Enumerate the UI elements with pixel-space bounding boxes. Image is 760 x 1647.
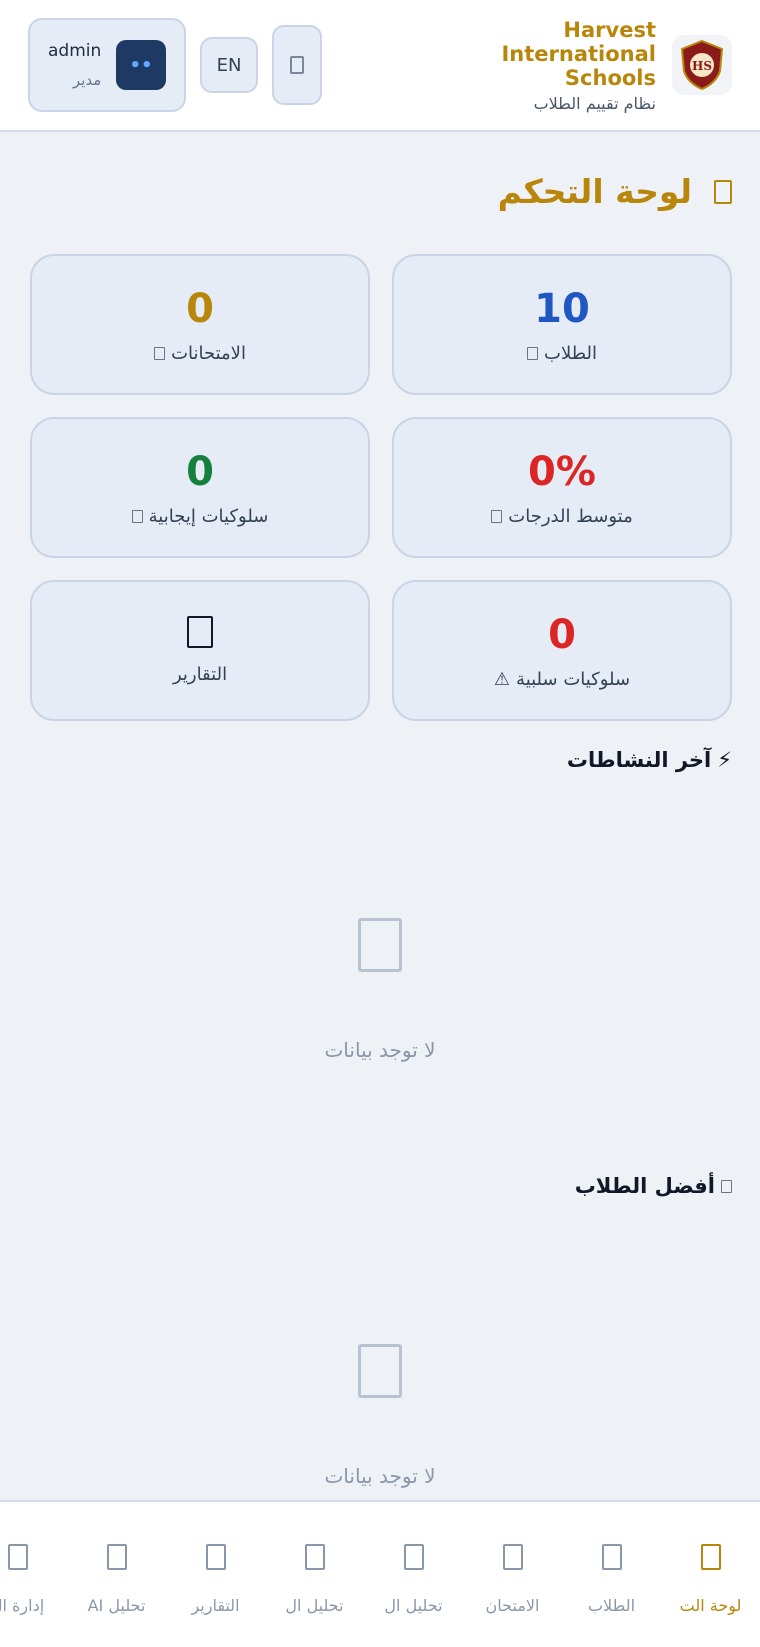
nav-item-dashboard[interactable]: لوحة الت — [661, 1502, 760, 1647]
stats-grid: 10 الطلاب 0 الامتحانات 0% متوسط الدرجات … — [28, 254, 732, 721]
svg-text:HS: HS — [692, 59, 712, 73]
top-students-title: أفضل الطلاب — [575, 1174, 732, 1198]
ai-icon — [106, 1544, 127, 1570]
analysis-icon — [304, 1544, 325, 1570]
avatar: •• — [116, 40, 166, 90]
stat-card-average-grades[interactable]: 0% متوسط الدرجات — [392, 417, 732, 558]
stat-value: 0% — [528, 449, 596, 495]
thumbs-up-icon — [131, 510, 143, 523]
nav-label: إدارة ال — [0, 1596, 45, 1615]
nav-item-analysis-2[interactable]: تحليل ال — [265, 1502, 364, 1647]
lightning-icon: ⚡ — [717, 748, 732, 772]
warning-icon: ⚠ — [493, 669, 511, 690]
empty-state-text: لا توجد بيانات — [324, 1464, 436, 1488]
stat-label: متوسط الدرجات — [491, 506, 633, 527]
nav-label: تحليل ال — [285, 1596, 344, 1615]
nav-item-students[interactable]: الطلاب — [562, 1502, 661, 1647]
nav-label: الامتحان — [485, 1596, 540, 1615]
nav-item-exams[interactable]: الامتحان — [463, 1502, 562, 1647]
stat-label: الامتحانات — [154, 343, 246, 364]
nav-label: تحليل ال — [384, 1596, 443, 1615]
students-icon — [527, 347, 539, 360]
reports-icon — [205, 1544, 226, 1570]
analysis-icon — [403, 1544, 424, 1570]
nav-item-ai-analysis[interactable]: تحليل AI — [67, 1502, 166, 1647]
recent-activity-title-text: آخر النشاطات — [566, 748, 712, 772]
theme-toggle-button[interactable] — [272, 25, 322, 105]
stat-card-negative-behaviors[interactable]: 0 سلوكيات سلبية ⚠ — [392, 580, 732, 721]
language-toggle-button[interactable]: EN — [200, 37, 258, 93]
nav-label: الطلاب — [587, 1596, 636, 1615]
school-name: Harvest International Schools — [501, 17, 656, 90]
reports-icon — [187, 616, 213, 648]
stat-card-students[interactable]: 10 الطلاب — [392, 254, 732, 395]
empty-state-text: لا توجد بيانات — [324, 1038, 436, 1062]
nav-label: تحليل AI — [87, 1596, 146, 1615]
stat-label: الطلاب — [527, 343, 597, 364]
stat-label-text: الامتحانات — [171, 343, 246, 364]
header-controls: admin مدير •• EN — [28, 18, 322, 112]
user-menu[interactable]: admin مدير •• — [28, 18, 186, 112]
brand: HS Harvest International Schools نظام تق… — [416, 18, 732, 113]
nav-item-analysis-1[interactable]: تحليل ال — [364, 1502, 463, 1647]
brand-text: Harvest International Schools نظام تقييم… — [416, 18, 656, 113]
stat-label-text: متوسط الدرجات — [508, 506, 633, 527]
school-crest-logo: HS — [672, 35, 732, 95]
app-header: HS Harvest International Schools نظام تق… — [0, 0, 760, 132]
nav-item-management[interactable]: إدارة ال — [0, 1502, 67, 1647]
recent-activity-empty-state: لا توجد بيانات — [0, 918, 760, 1062]
page: HS Harvest International Schools نظام تق… — [0, 0, 760, 1647]
user-info: admin مدير — [48, 41, 101, 89]
dashboard-icon — [714, 179, 732, 204]
trophy-icon — [721, 1179, 732, 1193]
stat-value: 0 — [186, 286, 214, 332]
exams-icon — [502, 1544, 523, 1570]
nav-label: لوحة الت — [679, 1596, 742, 1615]
stat-label: التقارير — [173, 664, 227, 685]
recent-activity-title: ⚡ آخر النشاطات — [567, 748, 732, 772]
empty-state-icon — [358, 1344, 402, 1398]
bottom-nav: لوحة الت الطلاب الامتحان تحليل ال تحليل … — [0, 1500, 760, 1647]
stat-value: 10 — [534, 286, 590, 332]
stat-value: 0 — [186, 449, 214, 495]
page-title: لوحة التحكم — [497, 172, 692, 211]
stat-label-text: سلوكيات سلبية — [516, 669, 631, 690]
stat-label-text: الطلاب — [544, 343, 597, 364]
user-role: مدير — [72, 71, 102, 89]
user-name: admin — [48, 41, 102, 61]
chart-icon — [491, 510, 503, 523]
stat-label: سلوكيات سلبية ⚠ — [494, 669, 630, 690]
stat-card-reports[interactable]: التقارير — [30, 580, 370, 721]
empty-state-icon — [358, 918, 402, 972]
top-students-title-text: أفضل الطلاب — [574, 1174, 715, 1198]
stat-label-text: سلوكيات إيجابية — [148, 506, 269, 527]
stat-card-exams[interactable]: 0 الامتحانات — [30, 254, 370, 395]
theme-icon — [290, 56, 304, 74]
stat-value: 0 — [548, 612, 576, 658]
system-name: نظام تقييم الطلاب — [533, 93, 656, 113]
dashboard-icon — [700, 1544, 721, 1570]
settings-icon — [7, 1544, 28, 1570]
nav-label: التقارير — [191, 1596, 240, 1615]
students-icon — [601, 1544, 622, 1570]
nav-item-reports[interactable]: التقارير — [166, 1502, 265, 1647]
stat-card-positive-behaviors[interactable]: 0 سلوكيات إيجابية — [30, 417, 370, 558]
page-title-row: لوحة التحكم — [498, 172, 732, 211]
stat-label-text: التقارير — [172, 664, 228, 685]
exams-icon — [154, 347, 166, 360]
top-students-empty-state: لا توجد بيانات — [0, 1344, 760, 1488]
stat-label: سلوكيات إيجابية — [131, 506, 269, 527]
